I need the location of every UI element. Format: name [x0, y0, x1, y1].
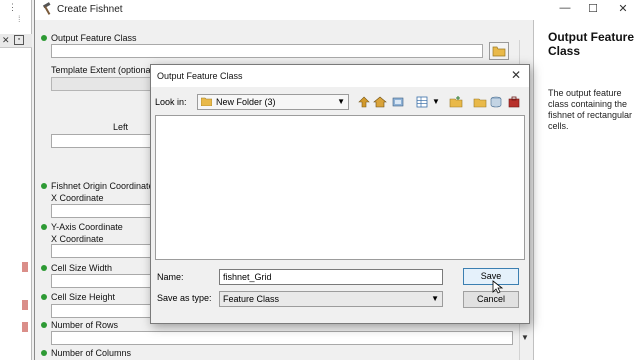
number-of-rows-label: Number of Rows	[51, 320, 119, 330]
look-in-value: New Folder (3)	[216, 97, 276, 107]
template-extent-label: Template Extent (optional)	[51, 65, 156, 75]
required-indicator-icon	[41, 183, 47, 189]
hammer-icon	[42, 2, 51, 15]
folder-icon	[492, 46, 506, 57]
cell-size-width-input[interactable]	[51, 274, 151, 288]
origin-x-input[interactable]	[51, 204, 151, 218]
output-feature-class-input[interactable]	[51, 44, 483, 58]
save-as-type-dropdown[interactable]: Feature Class ▼	[219, 291, 443, 307]
database-icon[interactable]	[489, 95, 503, 109]
save-as-type-label: Save as type:	[157, 293, 212, 303]
required-indicator-icon	[41, 224, 47, 230]
cell-size-width-label: Cell Size Width	[51, 263, 113, 273]
window-title: Create Fishnet	[57, 4, 123, 15]
red-marker	[22, 300, 28, 310]
left-label: Left	[113, 122, 129, 132]
help-title: Output Feature Class	[548, 30, 634, 58]
fishnet-origin-label: Fishnet Origin Coordinate	[51, 181, 154, 191]
chevron-down-icon: ▼	[337, 97, 345, 106]
connect-folder-icon[interactable]	[391, 95, 405, 109]
number-of-rows-input[interactable]	[51, 331, 513, 345]
required-indicator-icon	[41, 35, 47, 41]
y-axis-x-input[interactable]	[51, 244, 151, 258]
cell-size-height-input[interactable]	[51, 304, 151, 318]
folder-icon[interactable]	[473, 95, 487, 109]
minimize-button[interactable]: —	[555, 2, 575, 14]
required-indicator-icon	[41, 322, 47, 328]
maximize-button[interactable]: ☐	[583, 2, 603, 15]
help-description: The output feature class containing the …	[548, 88, 633, 131]
folder-icon	[201, 97, 212, 106]
close-button[interactable]: ✕	[613, 2, 633, 15]
name-input[interactable]: fishnet_Grid	[219, 269, 443, 285]
dialog-close-button[interactable]: ✕	[511, 68, 521, 82]
help-panel: Output Feature Class The output feature …	[533, 20, 640, 360]
up-one-level-icon[interactable]	[357, 95, 371, 109]
window-title-bar: Create Fishnet — ☐ ✕	[35, 0, 640, 20]
chevron-down-icon[interactable]: ▼	[432, 97, 440, 106]
left-input[interactable]	[51, 134, 151, 148]
look-in-dropdown[interactable]: New Folder (3) ▼	[197, 94, 349, 110]
close-icon[interactable]: ✕	[2, 35, 10, 46]
required-indicator-icon	[41, 294, 47, 300]
required-indicator-icon	[41, 350, 47, 356]
view-list-icon[interactable]	[415, 95, 429, 109]
dots-icon: ⋮	[8, 2, 17, 12]
home-icon[interactable]	[373, 95, 387, 109]
dialog-title: Output Feature Class	[157, 71, 243, 81]
red-marker	[22, 262, 28, 272]
file-browser-list[interactable]	[155, 115, 525, 260]
look-in-label: Look in:	[155, 97, 187, 107]
browse-folder-button[interactable]	[489, 42, 509, 60]
scroll-down-icon[interactable]: ▼	[521, 333, 529, 342]
save-as-type-value: Feature Class	[223, 294, 280, 304]
y-axis-label: Y-Axis Coordinate	[51, 222, 123, 232]
cell-size-height-label: Cell Size Height	[51, 292, 116, 302]
save-button[interactable]: Save	[463, 268, 519, 285]
x-coordinate-label: X Coordinate	[51, 193, 104, 203]
cancel-button[interactable]: Cancel	[463, 291, 519, 308]
background-app-panel: ⋮ ⁞ ✕ ▫	[0, 0, 32, 360]
number-of-columns-label: Number of Columns	[51, 348, 132, 358]
toolbox-icon[interactable]	[507, 95, 521, 109]
x-coordinate-label: X Coordinate	[51, 234, 104, 244]
grid-icon: ⁞	[18, 14, 21, 24]
mouse-cursor-icon	[492, 280, 504, 294]
chevron-down-icon: ▼	[431, 294, 439, 303]
dialog-title-bar: Output Feature Class ✕	[151, 65, 529, 87]
required-indicator-icon	[41, 265, 47, 271]
name-label: Name:	[157, 272, 184, 282]
template-extent-select[interactable]	[51, 77, 151, 91]
red-marker	[22, 322, 28, 332]
output-feature-class-dialog: Output Feature Class ✕ Look in: New Fold…	[150, 64, 530, 324]
output-feature-class-label: Output Feature Class	[51, 33, 137, 43]
new-folder-icon[interactable]	[449, 95, 463, 109]
pin-icon[interactable]: ▫	[14, 35, 24, 45]
